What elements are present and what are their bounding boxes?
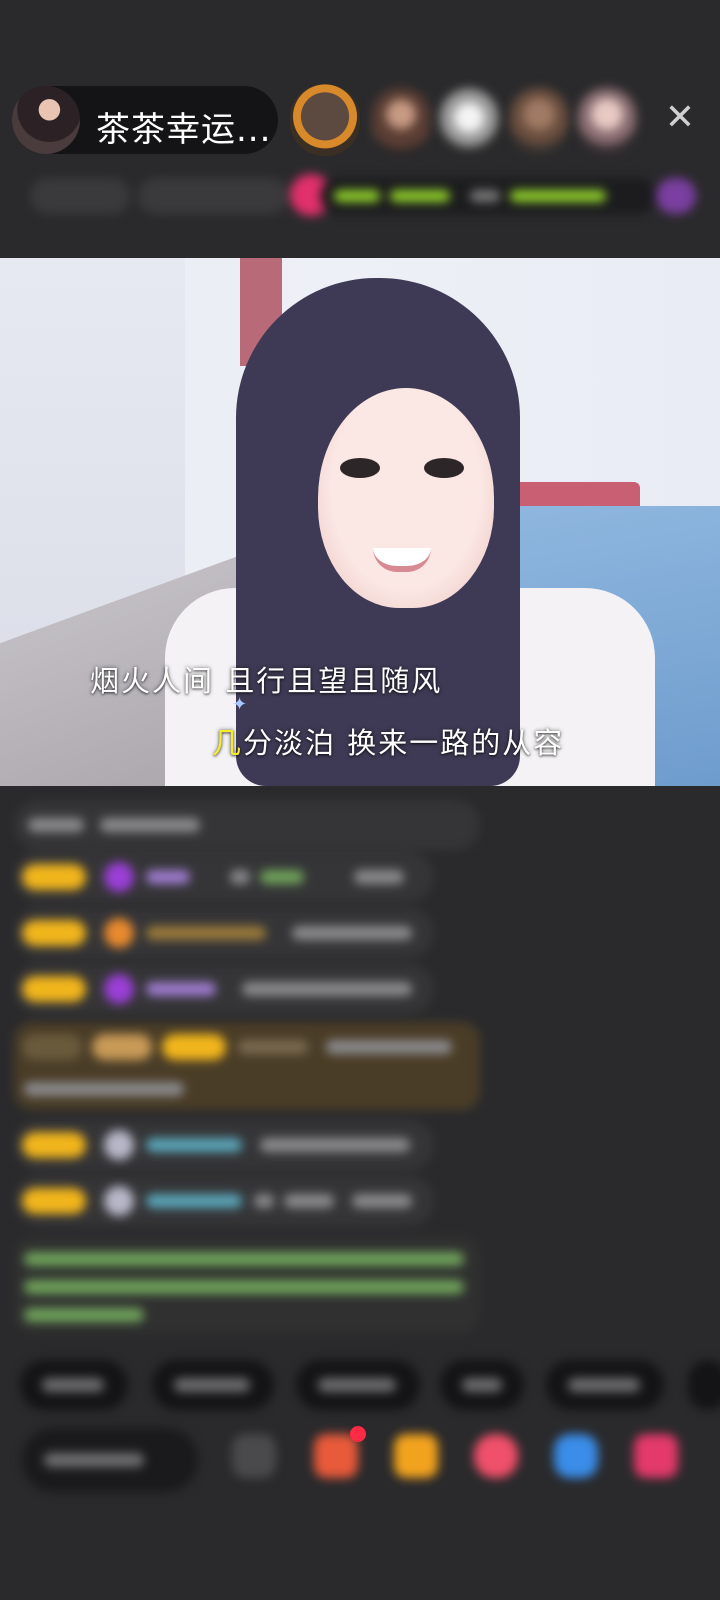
host-info-pill[interactable]: 茶茶幸运... [12, 86, 278, 154]
quick-reply-chip[interactable] [20, 1360, 128, 1410]
quick-reply-chip[interactable] [688, 1360, 720, 1410]
bottom-bar [0, 1420, 720, 1500]
lyric-line-1: 烟火人间 且行且望且随风 [90, 664, 443, 698]
comment-input[interactable] [22, 1428, 198, 1492]
stats-row [24, 172, 696, 220]
game-icon[interactable] [554, 1434, 598, 1478]
comment-item[interactable] [14, 852, 434, 902]
viewer-avatar[interactable] [510, 88, 568, 154]
live-video[interactable]: 烟火人间 且行且望且随风 ✦ 几分淡泊 换来一路的从容 [0, 258, 720, 786]
quick-reply-chip[interactable] [440, 1360, 524, 1410]
emoji-icon[interactable] [232, 1434, 276, 1478]
notification-dot [350, 1426, 366, 1442]
fan-club-chip[interactable] [320, 178, 656, 214]
viewer-avatar[interactable] [440, 88, 498, 154]
comment-item[interactable] [14, 964, 434, 1014]
system-notice [14, 800, 480, 850]
treasure-box-icon[interactable] [314, 1434, 358, 1478]
quick-reply-row [20, 1360, 720, 1412]
sparkle-icon: ✦ [232, 694, 248, 715]
more-icon[interactable] [634, 1434, 678, 1478]
vip-comment-item[interactable] [14, 1022, 480, 1110]
comment-item[interactable] [14, 908, 434, 958]
gift-icon[interactable] [394, 1434, 438, 1478]
viewer-avatar[interactable] [578, 88, 636, 154]
gift-rank-icon[interactable] [656, 178, 696, 214]
lyric-highlight: 几 [212, 726, 244, 760]
lyric-line-2: 几分淡泊 换来一路的从容 [212, 720, 564, 762]
streamer-face [424, 458, 464, 478]
host-avatar[interactable] [12, 86, 80, 154]
announcement [14, 1236, 480, 1334]
quick-reply-chip[interactable] [152, 1360, 274, 1410]
streamer-face [340, 458, 380, 478]
streamer-face [318, 388, 494, 608]
rank-chip[interactable] [30, 178, 130, 214]
lyric-line-2-rest: 分淡泊 换来一路的从容 [243, 726, 565, 760]
popularity-chip[interactable] [138, 178, 288, 214]
comment-item[interactable] [14, 1176, 434, 1226]
comment-item[interactable] [14, 1120, 434, 1170]
quick-reply-chip[interactable] [296, 1360, 420, 1410]
host-name: 茶茶幸运... [96, 110, 272, 150]
heart-icon[interactable] [474, 1434, 518, 1478]
quick-reply-chip[interactable] [546, 1360, 664, 1410]
viewer-avatar[interactable] [372, 88, 430, 154]
top-viewer-avatar[interactable] [290, 84, 360, 156]
close-icon[interactable]: ✕ [660, 98, 700, 138]
